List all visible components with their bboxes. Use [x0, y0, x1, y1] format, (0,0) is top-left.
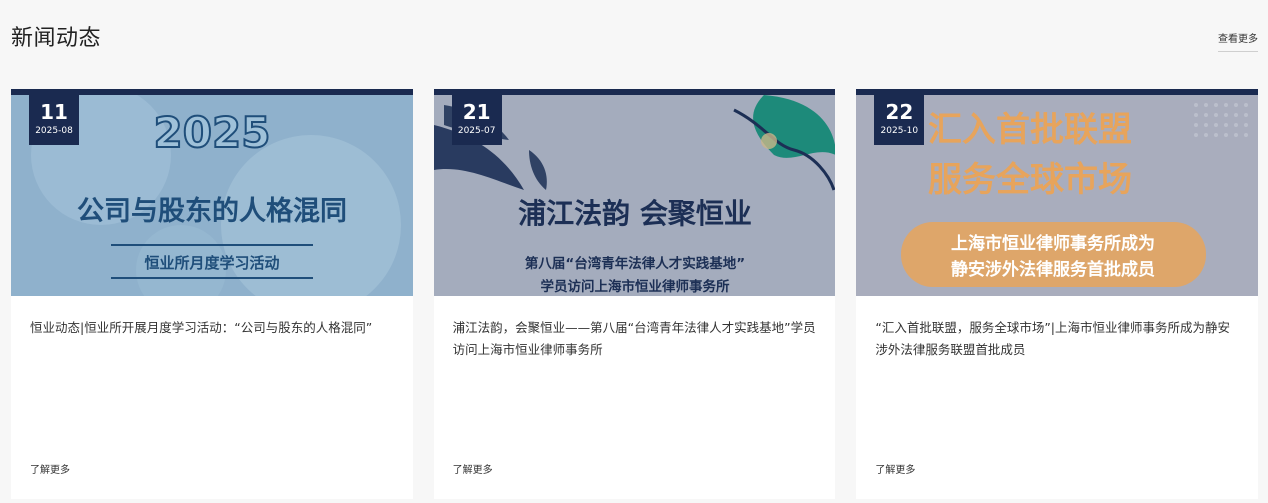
- news-card-list: 2025 公司与股东的人格混同 恒业所月度学习活动 11 2025-08 恒业动…: [11, 89, 1259, 499]
- news-card-image[interactable]: 浦江法韵 会聚恒业 第八届“台湾青年法律人才实践基地” 学员访问上海市恒业律师事…: [433, 89, 836, 296]
- date-year-month: 2025-07: [457, 126, 496, 136]
- news-card[interactable]: 2025 公司与股东的人格混同 恒业所月度学习活动 11 2025-08 恒业动…: [11, 89, 413, 499]
- date-badge: 21 2025-07: [451, 95, 502, 145]
- news-card-title[interactable]: 浦江法韵，会聚恒业——第八届“台湾青年法律人才实践基地”学员访问上海市恒业律师事…: [453, 317, 819, 361]
- date-day: 22: [885, 100, 914, 124]
- date-badge: 22 2025-10: [874, 95, 925, 145]
- image-headline-2: 服务全球市场: [928, 160, 1132, 200]
- image-headline: 公司与股东的人格混同: [77, 195, 347, 227]
- image-headline-1: 汇入首批联盟: [928, 110, 1132, 150]
- learn-more-link[interactable]: 了解更多: [875, 461, 915, 476]
- news-card-title[interactable]: 恒业动态|恒业所开展月度学习活动：“公司与股东的人格混同”: [30, 317, 396, 339]
- image-subline: 恒业所月度学习活动: [144, 254, 279, 272]
- learn-more-link[interactable]: 了解更多: [453, 461, 493, 476]
- image-subline-2: 学员访问上海市恒业律师事务所: [540, 278, 729, 295]
- learn-more-link[interactable]: 了解更多: [30, 461, 70, 476]
- news-card[interactable]: 浦江法韵 会聚恒业 第八届“台湾青年法律人才实践基地” 学员访问上海市恒业律师事…: [433, 89, 836, 499]
- image-subline-1: 第八届“台湾青年法律人才实践基地”: [525, 255, 745, 272]
- news-card-title[interactable]: “汇入首批联盟，服务全球市场”|上海市恒业律师事务所成为静安涉外法律服务联盟首批…: [875, 317, 1241, 361]
- date-year-month: 2025-08: [35, 126, 73, 136]
- section-title: 新闻动态: [11, 26, 102, 51]
- image-subline-2: 静安涉外法律服务首批成员: [951, 259, 1155, 280]
- news-card-image[interactable]: 汇入首批联盟 服务全球市场 上海市恒业律师事务所成为 静安涉外法律服务首批成员 …: [856, 89, 1259, 296]
- news-section: 新闻动态 查看更多 2025 公司与股东的人格混同 恒业所月度学习活动 11 2…: [0, 0, 1268, 503]
- date-day: 11: [40, 100, 68, 124]
- date-year-month: 2025-10: [880, 126, 919, 136]
- news-card[interactable]: 汇入首批联盟 服务全球市场 上海市恒业律师事务所成为 静安涉外法律服务首批成员 …: [856, 89, 1259, 499]
- image-year-text: 2025: [154, 108, 271, 157]
- image-subline-1: 上海市恒业律师事务所成为: [951, 233, 1155, 254]
- date-day: 21: [462, 100, 491, 124]
- image-headline: 浦江法韵 会聚恒业: [518, 197, 752, 230]
- news-card-image[interactable]: 2025 公司与股东的人格混同 恒业所月度学习活动 11 2025-08: [11, 89, 413, 296]
- view-more-link[interactable]: 查看更多: [1218, 30, 1258, 52]
- date-badge: 11 2025-08: [29, 95, 79, 145]
